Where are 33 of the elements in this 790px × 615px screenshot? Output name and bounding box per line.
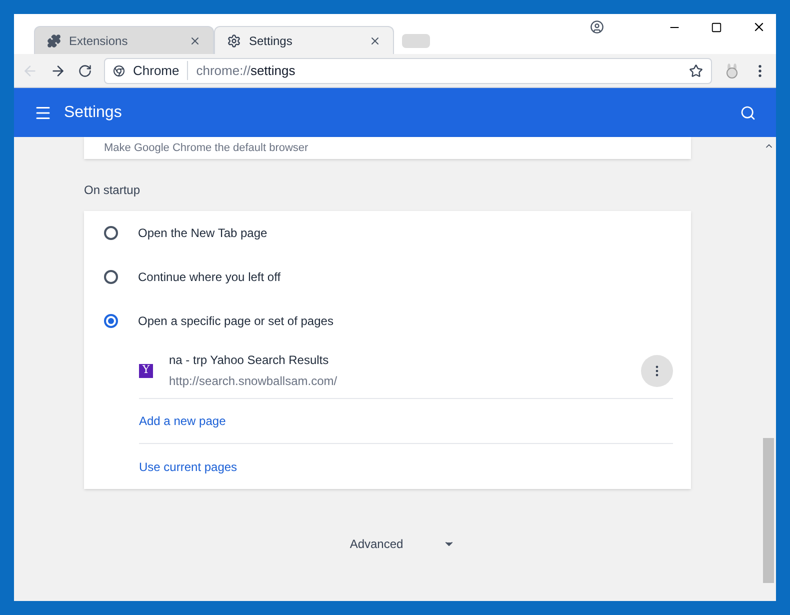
favicon: Y xyxy=(139,364,153,378)
close-icon[interactable] xyxy=(752,20,766,34)
radio-option[interactable]: Open a specific page or set of pages xyxy=(84,299,691,343)
chrome-icon xyxy=(113,64,125,76)
puzzle-icon xyxy=(47,34,61,48)
link[interactable]: Add a new page xyxy=(139,412,226,430)
reload-icon[interactable] xyxy=(78,64,92,78)
profile-icon[interactable] xyxy=(590,20,604,34)
address-bar[interactable]: Chrome chrome://settings xyxy=(104,58,712,84)
rabbit-icon[interactable] xyxy=(724,62,740,78)
browser-tab[interactable]: Extensions xyxy=(34,26,214,54)
site-label: Chrome xyxy=(133,60,188,80)
page-url: http://search.snowballsam.com/ xyxy=(169,373,338,390)
radio-button[interactable] xyxy=(104,270,118,284)
default-browser-text: Make Google Chrome the default browser xyxy=(104,140,308,156)
gear-icon xyxy=(227,34,241,48)
header-title: Settings xyxy=(64,102,123,122)
radio-option[interactable]: Continue where you left off xyxy=(84,255,691,299)
bookmark-star-icon[interactable] xyxy=(689,64,703,78)
radio-button[interactable] xyxy=(104,314,118,328)
url-text: chrome://settings xyxy=(196,62,296,80)
browser-tab[interactable]: Settings xyxy=(214,26,394,54)
close-icon[interactable] xyxy=(369,34,381,46)
search-icon[interactable] xyxy=(740,104,756,120)
section-heading: On startup xyxy=(84,182,142,199)
page-title: na - trp Yahoo Search Results xyxy=(169,352,330,369)
link[interactable]: Use current pages xyxy=(139,458,238,476)
scroll-thumb[interactable] xyxy=(763,438,774,583)
advanced-toggle[interactable]: Advanced xyxy=(350,535,404,553)
radio-button[interactable] xyxy=(104,226,118,240)
forward-icon[interactable] xyxy=(50,62,66,78)
radio-option[interactable]: Open the New Tab page xyxy=(84,211,691,255)
maximize-icon[interactable] xyxy=(711,22,722,32)
